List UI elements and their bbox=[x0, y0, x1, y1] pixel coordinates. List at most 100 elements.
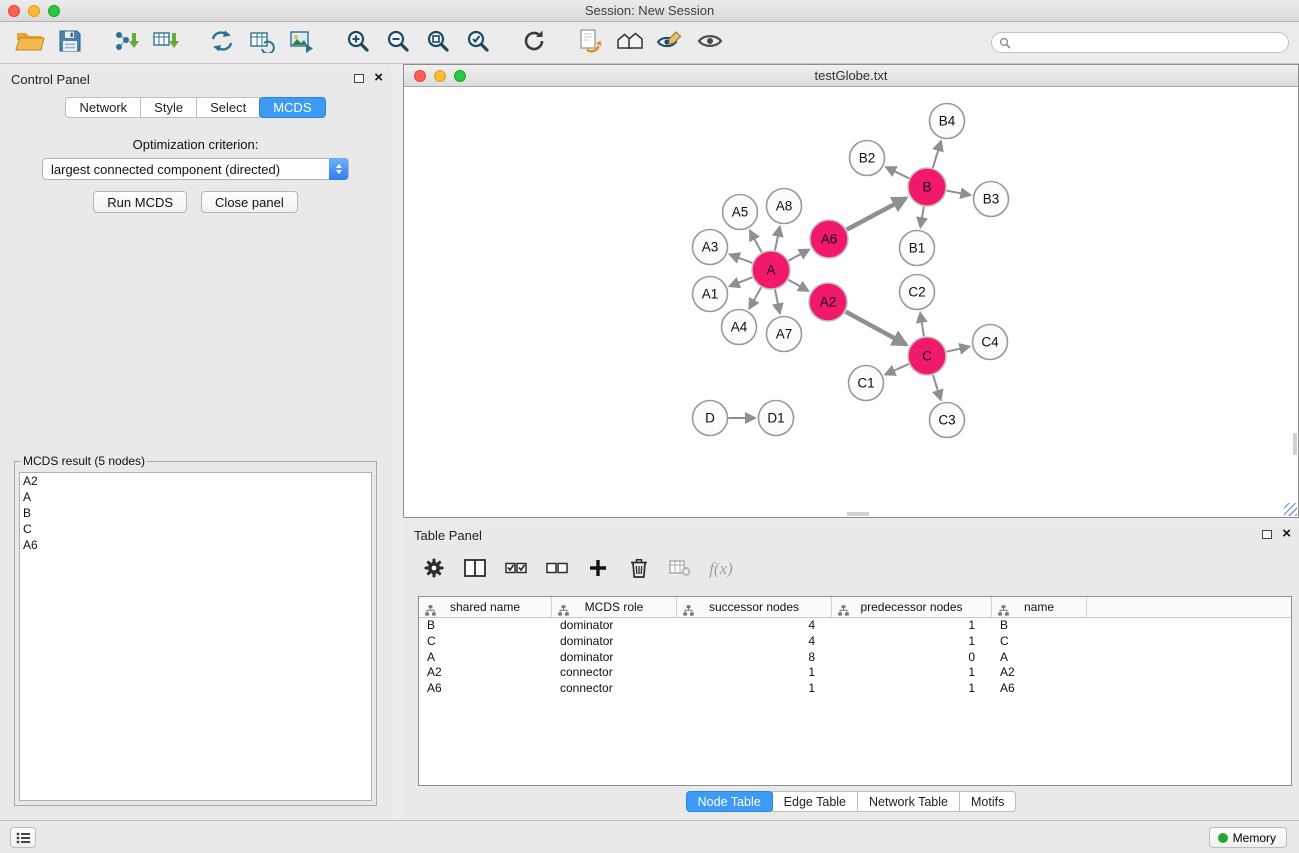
tab-network-table[interactable]: Network Table bbox=[857, 791, 960, 812]
open-session-button[interactable] bbox=[10, 25, 50, 61]
edge-A-A1[interactable] bbox=[730, 277, 752, 286]
node-A6[interactable]: A6 bbox=[810, 220, 848, 258]
mcds-result-item[interactable]: A2 bbox=[20, 473, 371, 489]
zoom-selected-button[interactable] bbox=[458, 25, 498, 61]
zoom-fit-button[interactable] bbox=[418, 25, 458, 61]
zoom-window-button[interactable] bbox=[48, 5, 60, 17]
network-canvas[interactable]: B4B2BB3A5A8A6A3B1AC2A1A2A4A7C4CC1C3DD1 bbox=[404, 87, 1298, 517]
zoom-out-button[interactable] bbox=[378, 25, 418, 61]
node-C4[interactable]: C4 bbox=[973, 325, 1008, 360]
node-A4[interactable]: A4 bbox=[722, 310, 757, 345]
add-row-button[interactable] bbox=[586, 554, 610, 584]
float-panel-icon[interactable] bbox=[354, 74, 364, 83]
select-all-rows-button[interactable] bbox=[504, 554, 528, 584]
edge-A-A2[interactable] bbox=[788, 280, 808, 291]
node-D[interactable]: D bbox=[693, 401, 728, 436]
edge-B-B1[interactable] bbox=[921, 207, 924, 227]
table-row[interactable]: Cdominator41C bbox=[419, 634, 1291, 650]
node-A8[interactable]: A8 bbox=[767, 189, 802, 224]
refresh-layout-button[interactable] bbox=[514, 25, 554, 61]
tab-motifs[interactable]: Motifs bbox=[959, 791, 1016, 812]
edge-A-A7[interactable] bbox=[775, 290, 780, 313]
column-header-mcds-role[interactable]: MCDS role bbox=[552, 597, 677, 617]
home-button[interactable] bbox=[610, 25, 650, 61]
network-close-button[interactable] bbox=[414, 70, 426, 82]
edge-C-C1[interactable] bbox=[886, 364, 909, 374]
annotation-mode-button[interactable] bbox=[650, 25, 690, 61]
save-session-button[interactable] bbox=[50, 25, 90, 61]
node-B2[interactable]: B2 bbox=[850, 141, 885, 176]
tab-mcds[interactable]: MCDS bbox=[259, 97, 325, 118]
edge-B-B3[interactable] bbox=[947, 191, 970, 195]
vertical-scrollbar[interactable] bbox=[1293, 433, 1297, 455]
tab-node-table[interactable]: Node Table bbox=[686, 791, 773, 812]
table-row[interactable]: Bdominator41B bbox=[419, 618, 1291, 634]
edge-C-C3[interactable] bbox=[933, 375, 941, 399]
edge-B-B4[interactable] bbox=[933, 142, 941, 168]
resize-grip-icon[interactable] bbox=[1284, 503, 1297, 516]
node-C2[interactable]: C2 bbox=[900, 275, 935, 310]
search-box[interactable] bbox=[991, 32, 1289, 53]
tab-style[interactable]: Style bbox=[140, 97, 197, 118]
table-row[interactable]: A6connector11A6 bbox=[419, 681, 1291, 697]
node-A1[interactable]: A1 bbox=[693, 277, 728, 312]
import-table-from-file-button[interactable] bbox=[146, 25, 186, 61]
criterion-dropdown[interactable]: largest connected component (directed) bbox=[42, 158, 349, 180]
edge-A2-C[interactable] bbox=[846, 312, 906, 345]
node-A2[interactable]: A2 bbox=[809, 283, 847, 321]
horizontal-scrollbar[interactable] bbox=[847, 512, 869, 516]
export-image-button[interactable] bbox=[282, 25, 322, 61]
close-window-button[interactable] bbox=[8, 5, 20, 17]
node-C3[interactable]: C3 bbox=[930, 403, 965, 438]
close-table-panel-icon[interactable]: × bbox=[1282, 527, 1291, 541]
tab-network[interactable]: Network bbox=[65, 97, 141, 118]
edge-A6-B[interactable] bbox=[847, 198, 906, 229]
edge-C-C4[interactable] bbox=[947, 347, 970, 352]
memory-button[interactable]: Memory bbox=[1209, 827, 1287, 848]
search-input[interactable] bbox=[1015, 36, 1281, 50]
function-builder-button[interactable]: f(x) bbox=[709, 554, 733, 584]
column-header-successor-nodes[interactable]: successor nodes bbox=[677, 597, 832, 617]
close-panel-button[interactable]: Close panel bbox=[201, 191, 298, 213]
node-A5[interactable]: A5 bbox=[723, 195, 758, 230]
node-C[interactable]: C bbox=[908, 337, 946, 375]
float-table-panel-icon[interactable] bbox=[1262, 530, 1272, 539]
network-minimize-button[interactable] bbox=[434, 70, 446, 82]
edge-C-C2[interactable] bbox=[920, 313, 924, 336]
delete-table-button[interactable] bbox=[668, 554, 692, 584]
close-panel-icon[interactable]: × bbox=[374, 71, 383, 85]
node-D1[interactable]: D1 bbox=[759, 401, 794, 436]
delete-rows-button[interactable] bbox=[627, 554, 651, 584]
edge-B-B2[interactable] bbox=[886, 167, 909, 178]
new-network-button[interactable] bbox=[202, 25, 242, 61]
edge-A-A4[interactable] bbox=[750, 287, 762, 308]
show-graphics-details-button[interactable] bbox=[690, 25, 730, 61]
mcds-result-item[interactable]: C bbox=[20, 521, 371, 537]
edge-A-A6[interactable] bbox=[789, 250, 809, 261]
edge-A-A8[interactable] bbox=[775, 227, 780, 250]
table-row[interactable]: A2connector11A2 bbox=[419, 665, 1291, 681]
mcds-result-item[interactable]: A6 bbox=[20, 537, 371, 553]
column-header-predecessor-nodes[interactable]: predecessor nodes bbox=[832, 597, 992, 617]
column-header-name[interactable]: name bbox=[992, 597, 1087, 617]
column-header-shared-name[interactable]: shared name bbox=[419, 597, 552, 617]
table-options-button[interactable] bbox=[422, 554, 446, 584]
node-B[interactable]: B bbox=[908, 168, 946, 206]
deselect-all-rows-button[interactable] bbox=[545, 554, 569, 584]
network-zoom-button[interactable] bbox=[454, 70, 466, 82]
table-row[interactable]: Adominator80A bbox=[419, 650, 1291, 666]
node-B1[interactable]: B1 bbox=[900, 231, 935, 266]
tab-edge-table[interactable]: Edge Table bbox=[772, 791, 858, 812]
import-network-from-file-button[interactable] bbox=[106, 25, 146, 61]
new-table-button[interactable] bbox=[242, 25, 282, 61]
zoom-in-button[interactable] bbox=[338, 25, 378, 61]
mcds-result-item[interactable]: A bbox=[20, 489, 371, 505]
show-columns-button[interactable] bbox=[463, 554, 487, 584]
edge-A-A3[interactable] bbox=[730, 255, 752, 263]
node-A[interactable]: A bbox=[752, 251, 790, 289]
node-A7[interactable]: A7 bbox=[767, 317, 802, 352]
node-C1[interactable]: C1 bbox=[849, 366, 884, 401]
minimize-window-button[interactable] bbox=[28, 5, 40, 17]
edge-A-A5[interactable] bbox=[750, 231, 762, 252]
tab-select[interactable]: Select bbox=[196, 97, 260, 118]
